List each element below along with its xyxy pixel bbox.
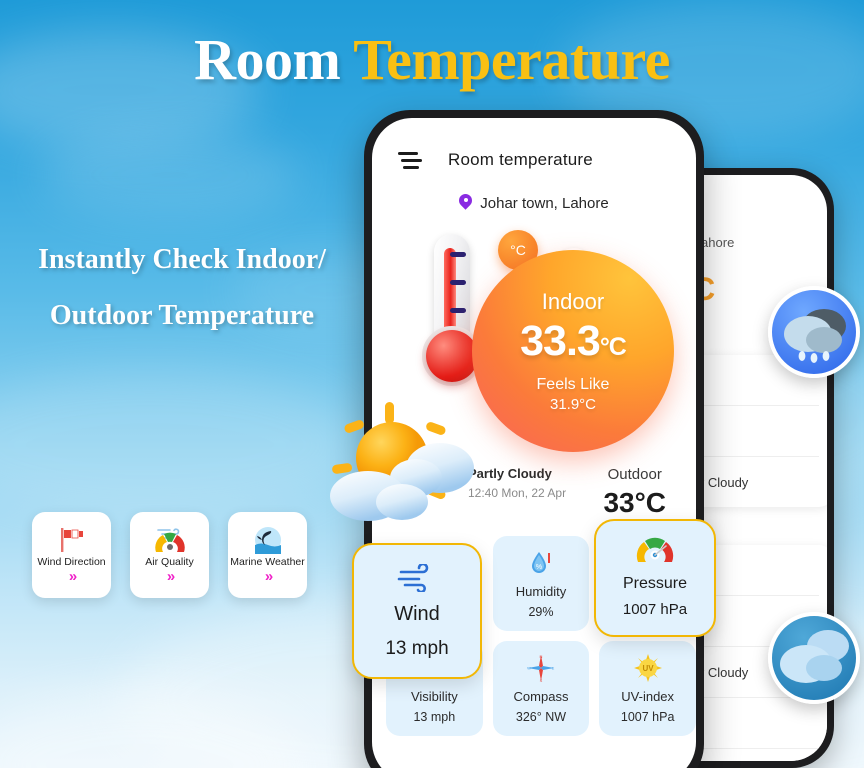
metric-label: Humidity xyxy=(515,584,567,599)
cloud-badge xyxy=(768,612,860,704)
outdoor-temp-block: Outdoor 33°C xyxy=(603,466,666,519)
feels-like-value: 31.9°C xyxy=(549,396,597,413)
feels-like-label: Feels Like xyxy=(536,376,610,393)
chevron-right-icon: » xyxy=(264,568,274,585)
indoor-label: Indoor xyxy=(541,289,605,314)
metric-tile-uv-index[interactable]: UV UV-index 1007 hPa xyxy=(599,641,696,736)
banner-subtitle: Instantly Check Indoor/ Outdoor Temperat… xyxy=(8,232,356,344)
metric-label: Pressure xyxy=(622,575,688,592)
metric-value: 326° NW xyxy=(515,710,567,724)
svg-text:UV: UV xyxy=(642,664,654,673)
metric-tile-pressure[interactable]: Pressure 1007 hPa xyxy=(594,519,716,637)
pressure-gauge-icon xyxy=(596,533,714,567)
compass-icon: N S W E xyxy=(497,653,586,683)
metric-value: 13 mph xyxy=(413,710,456,724)
metric-tile-humidity[interactable]: % Humidity 29% xyxy=(492,536,590,631)
metric-value: 13 mph xyxy=(385,638,449,659)
svg-text:S: S xyxy=(540,678,543,683)
uv-sun-icon: UV xyxy=(603,653,692,683)
svg-text:W: W xyxy=(527,666,531,671)
rain-cloud-badge xyxy=(768,286,860,378)
svg-text:%: % xyxy=(536,564,542,571)
location-row[interactable]: Johar town, Lahore xyxy=(372,194,696,212)
humidity-drop-icon: % xyxy=(497,548,586,578)
page-title: Room temperature xyxy=(448,150,593,169)
feature-card-label: Wind Direction xyxy=(37,556,106,568)
feature-card-label: Air Quality xyxy=(145,556,194,568)
metric-tile-compass[interactable]: N S W E Compass 326° NW xyxy=(492,641,590,736)
indoor-number: 33.3 xyxy=(520,317,601,365)
wind-icon xyxy=(354,561,480,595)
metric-tile-wind[interactable]: Wind 13 mph xyxy=(352,543,482,679)
subtitle-line-2: Outdoor Temperature xyxy=(49,300,315,331)
svg-text:E: E xyxy=(552,666,555,671)
metric-label: UV-index xyxy=(621,689,675,704)
location-pin-icon xyxy=(459,194,472,212)
app-bar: Room temperature xyxy=(372,118,696,170)
feature-card-air-quality[interactable]: Air Quality » xyxy=(130,512,209,598)
feature-card-row: Wind Direction » Air Quality » Marine We… xyxy=(32,512,307,598)
feature-card-label: Marine Weather xyxy=(230,556,305,568)
outdoor-value: 33°C xyxy=(603,487,666,518)
svg-text:N: N xyxy=(540,654,543,659)
chevron-right-icon: » xyxy=(166,568,176,585)
wind-flag-icon xyxy=(57,527,87,553)
indoor-unit: °C xyxy=(599,333,627,361)
air-gauge-icon xyxy=(154,527,186,553)
metric-label: Compass xyxy=(513,689,569,704)
hamburger-menu-icon[interactable] xyxy=(398,151,422,169)
outdoor-label: Outdoor xyxy=(607,466,662,483)
location-label: Johar town, Lahore xyxy=(480,194,609,212)
chevron-right-icon: » xyxy=(68,568,78,585)
banner-headline: Room Temperature xyxy=(0,26,864,93)
cloud-badge-icon xyxy=(780,630,849,683)
feature-card-wind-direction[interactable]: Wind Direction » xyxy=(32,512,111,598)
headline-yellow-part: Temperature xyxy=(353,27,670,92)
metric-value: 1007 hPa xyxy=(622,601,688,618)
metric-label: Visibility xyxy=(410,689,458,704)
metric-label: Wind xyxy=(394,603,440,625)
feature-card-marine-weather[interactable]: Marine Weather » xyxy=(228,512,307,598)
rain-cloud-badge-icon xyxy=(784,309,846,363)
headline-white-part: Room xyxy=(194,27,341,92)
metric-value: 1007 hPa xyxy=(620,710,675,724)
metric-value: 29% xyxy=(528,605,554,619)
sun-cloud-illustration xyxy=(330,396,510,524)
subtitle-line-1: Instantly Check Indoor/ xyxy=(38,244,326,275)
indoor-value: 33.3°C xyxy=(520,317,627,366)
dolphin-icon xyxy=(254,527,282,554)
